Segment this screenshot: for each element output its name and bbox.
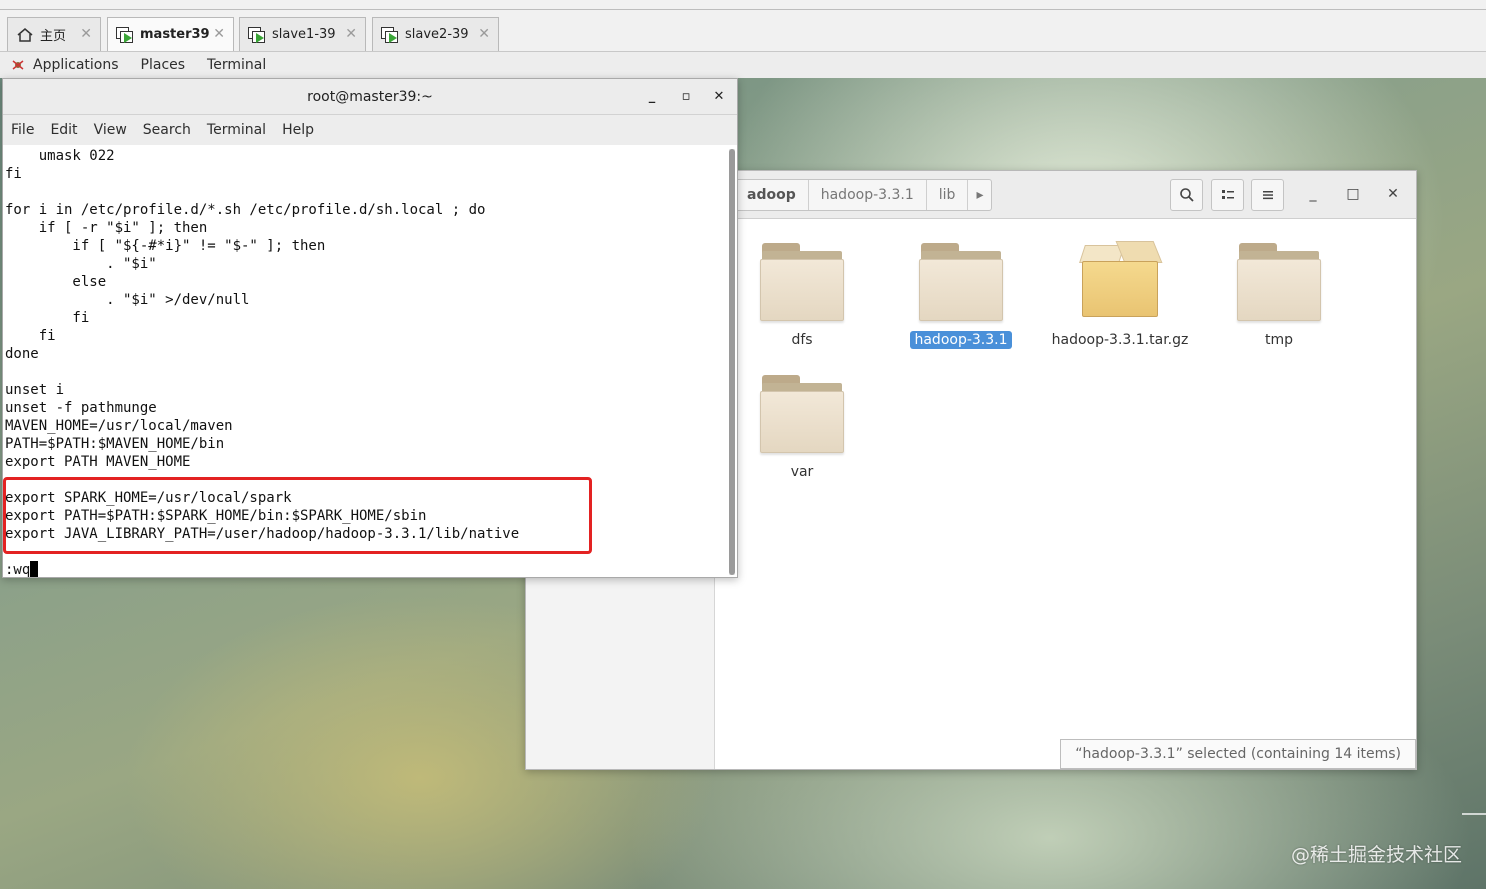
menu-terminal[interactable]: Terminal [207,122,266,138]
close-icon[interactable]: ✕ [80,26,92,42]
terminal-line: fi [5,328,56,344]
close-icon: ✕ [1387,186,1399,202]
vm-tab-label: slave1-39 [272,27,336,42]
vm-strip-divider [0,9,1486,10]
menu-button[interactable] [1251,179,1284,211]
terminal-line: if [ -r "$i" ]; then [5,220,208,236]
vm-running-icon [381,26,399,43]
terminal-line: MAVEN_HOME=/usr/local/maven [5,418,233,434]
highlight-box [3,477,592,554]
view-toggle-button[interactable] [1211,179,1244,211]
terminal-line: unset i [5,382,65,398]
item-label-selected: hadoop-3.3.1 [910,331,1012,349]
folder-item-hadoop[interactable]: hadoop-3.3.1 [886,239,1036,349]
terminal-line: for i in /etc/profile.d/*.sh /etc/profil… [5,202,486,218]
terminal-line: unset -f pathmunge [5,400,157,416]
gnome-top-bar: Applications Places Terminal [0,52,1486,78]
chevron-right-icon[interactable]: ▸ [968,180,991,210]
folder-icon [760,371,844,455]
hamburger-icon [1262,191,1273,200]
file-manager-content: dfs hadoop-3.3.1 hadoop-3.3.1.tar.gz tmp… [715,219,1416,769]
close-button[interactable]: ✕ [1382,183,1404,205]
maximize-icon: □ [1346,186,1360,202]
vm-running-icon [248,26,266,43]
menu-edit[interactable]: Edit [50,122,77,138]
terminal-line: export PATH MAVEN_HOME [5,454,191,470]
breadcrumb: adoop hadoop-3.3.1 lib ▸ [734,179,993,211]
terminal-menu[interactable]: Terminal [207,57,266,73]
terminal-line: . "$i" [5,256,157,272]
search-button[interactable] [1170,179,1203,211]
watermark: @稀土掘金技术社区 [1290,844,1462,866]
minimize-button[interactable]: _ [1302,183,1324,205]
breadcrumb-item[interactable]: adoop [735,180,809,210]
terminal-titlebar: root@master39:~ _ ▫ ✕ [3,79,737,115]
terminal-line: . "$i" >/dev/null [5,292,250,308]
item-label: tmp [1264,332,1293,348]
close-icon[interactable]: ✕ [213,26,225,42]
menu-view[interactable]: View [94,122,127,138]
terminal-line: fi [5,310,90,326]
terminal-line: fi [5,166,22,182]
window-title: root@master39:~ [307,89,433,105]
folder-item-var[interactable]: var [727,371,877,481]
vm-tab-label: 主页 [40,29,67,44]
terminal-line: umask 022 [5,148,115,164]
menu-help[interactable]: Help [282,122,314,138]
minimize-icon: _ [1309,186,1317,202]
scrollbar-thumb[interactable] [729,149,735,575]
vm-tab-label: master39 [140,27,210,42]
folder-icon [919,239,1003,323]
close-icon[interactable]: ✕ [345,26,357,42]
vim-command: :wq [5,562,31,577]
search-icon [1179,188,1194,202]
close-icon[interactable]: ✕ [478,26,490,42]
selection-status: “hadoop-3.3.1” selected (containing 14 i… [1060,739,1416,769]
terminal-menubar: File Edit View Search Terminal Help [3,115,737,145]
terminal-line: done [5,346,39,362]
terminal-scrollbar[interactable] [729,149,735,575]
vm-tab-strip: 主页 ✕ master39 ✕ slave1-39 ✕ slave2-39 ✕ [0,0,1486,52]
minimize-icon[interactable]: _ [641,86,663,108]
folder-item-dfs[interactable]: dfs [727,239,877,349]
item-label: var [790,464,814,480]
archive-icon [1078,231,1163,323]
close-icon[interactable]: ✕ [708,86,730,108]
maximize-button[interactable]: □ [1342,183,1364,205]
list-view-icon [1221,190,1234,199]
vm-running-icon [116,26,134,43]
breadcrumb-item[interactable]: lib [927,180,969,210]
item-label: dfs [791,332,813,348]
terminal-line: PATH=$PATH:$MAVEN_HOME/bin [5,436,225,452]
terminal-line: else [5,274,107,290]
folder-item-tmp[interactable]: tmp [1204,239,1354,349]
vm-tab-home[interactable]: 主页 ✕ [7,17,101,51]
places-menu[interactable]: Places [141,57,186,73]
vm-tab-slave1-39[interactable]: slave1-39 ✕ [239,17,366,51]
menu-search[interactable]: Search [143,122,191,138]
vim-command-line[interactable]: :wq [5,561,39,577]
breadcrumb-item[interactable]: hadoop-3.3.1 [809,180,927,210]
vm-tab-slave2-39[interactable]: slave2-39 ✕ [372,17,499,51]
desktop-decoration [1462,813,1486,815]
terminal-window: root@master39:~ _ ▫ ✕ File Edit View Sea… [2,78,738,578]
terminal-line: if [ "${-#*i}" != "$-" ]; then [5,238,326,254]
applications-menu[interactable]: Applications [33,57,119,73]
text-cursor [30,561,39,577]
archive-item[interactable]: hadoop-3.3.1.tar.gz [1045,239,1195,349]
applications-icon [11,58,25,72]
folder-icon [1237,239,1321,323]
vm-tab-label: slave2-39 [405,27,469,42]
menu-file[interactable]: File [11,122,34,138]
maximize-icon[interactable]: ▫ [675,86,697,108]
folder-icon [760,239,844,323]
item-label: hadoop-3.3.1.tar.gz [1051,332,1189,348]
home-icon [16,27,34,43]
vm-tab-master39[interactable]: master39 ✕ [107,17,234,51]
